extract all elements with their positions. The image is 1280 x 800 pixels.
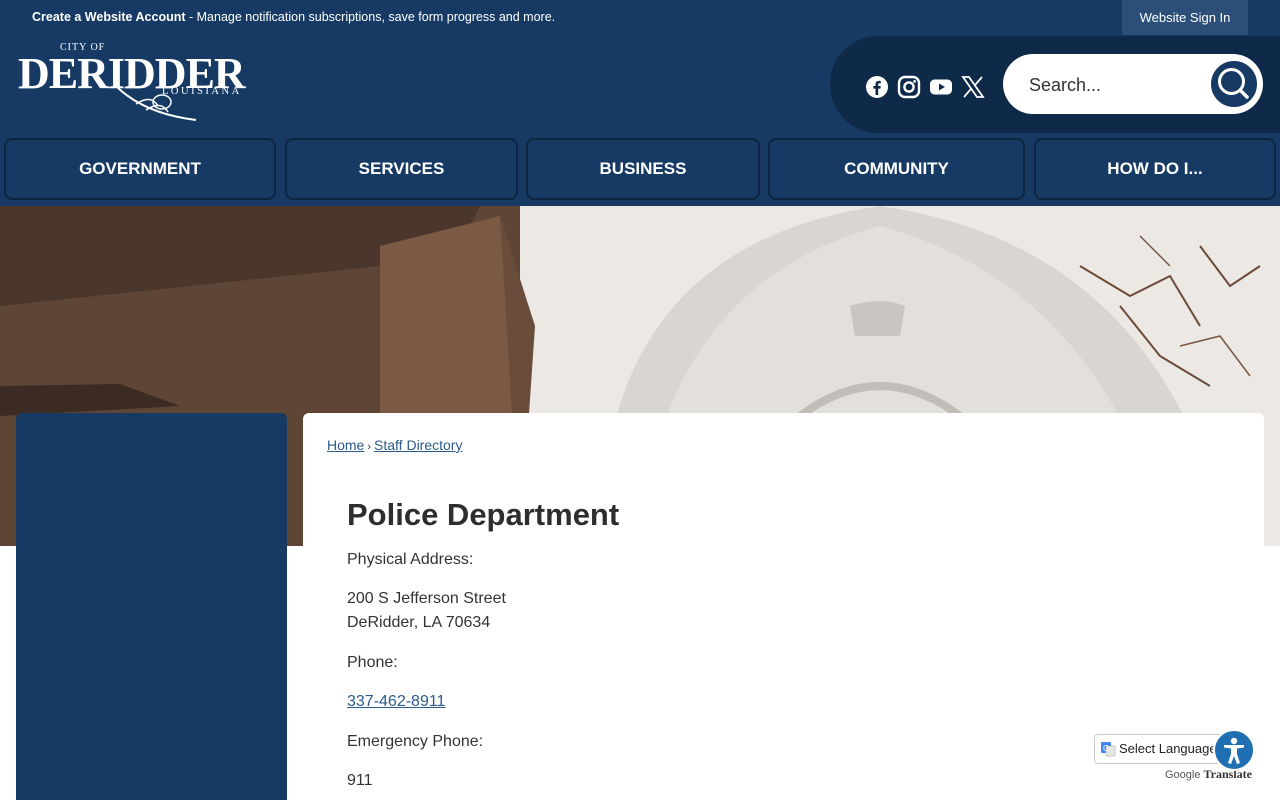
phone-number-link[interactable]: 337-462-8911	[347, 690, 445, 714]
youtube-icon[interactable]	[929, 75, 953, 99]
language-select[interactable]: G Select Language	[1094, 734, 1226, 764]
site-header: CITY OF DERIDDER LOUISIANA Search... GOV…	[0, 35, 1280, 206]
account-message: Create a Website Account - Manage notifi…	[32, 10, 555, 24]
nav-services[interactable]: SERVICES	[285, 138, 518, 200]
breadcrumb-staff-directory[interactable]: Staff Directory	[374, 437, 462, 453]
google-translate-icon: G	[1101, 742, 1116, 757]
nav-business[interactable]: BUSINESS	[526, 138, 760, 200]
accessibility-button[interactable]	[1213, 729, 1255, 771]
nav-community[interactable]: COMMUNITY	[768, 138, 1025, 200]
phone-label: Phone:	[347, 654, 398, 671]
svg-text:G: G	[1103, 744, 1109, 753]
city-logo[interactable]: CITY OF DERIDDER LOUISIANA	[16, 38, 276, 130]
address-line-1: 200 S Jefferson Street	[347, 590, 506, 607]
emergency-phone-label: Emergency Phone:	[347, 733, 484, 750]
instagram-icon[interactable]	[897, 75, 921, 99]
website-sign-in-button[interactable]: Website Sign In	[1122, 0, 1248, 35]
logo-state: LOUISIANA	[162, 86, 242, 97]
search-input[interactable]	[1027, 70, 1201, 100]
emergency-phone-value: 911	[347, 772, 373, 789]
search-box	[1003, 54, 1263, 114]
breadcrumb-separator: ›	[367, 441, 372, 453]
nav-how-do-i[interactable]: HOW DO I...	[1034, 138, 1276, 200]
select-language-label: Select Language	[1119, 741, 1217, 756]
accessibility-icon	[1224, 737, 1244, 764]
nav-government[interactable]: GOVERNMENT	[4, 138, 276, 200]
social-search-bar	[830, 36, 1280, 133]
create-account-link[interactable]: Create a Website Account	[32, 10, 186, 24]
account-bar: Create a Website Account - Manage notifi…	[0, 0, 1280, 35]
search-button[interactable]	[1208, 58, 1260, 110]
address-label: Physical Address:	[347, 551, 474, 568]
address-line-2: DeRidder, LA 70634	[347, 614, 491, 631]
x-icon[interactable]	[961, 75, 985, 99]
phone-number[interactable]: 337-462-8911	[347, 693, 445, 710]
facebook-icon[interactable]	[865, 75, 889, 99]
google-label: Google	[1165, 769, 1201, 781]
breadcrumb: Home › Staff Directory	[327, 437, 462, 453]
search-icon	[1218, 68, 1249, 99]
breadcrumb-home[interactable]: Home	[327, 437, 364, 453]
main-nav: GOVERNMENT SERVICES BUSINESS COMMUNITY H…	[0, 138, 1280, 202]
account-description: - Manage notification subscriptions, sav…	[185, 10, 556, 24]
page-title: Police Department	[347, 497, 620, 532]
sidebar-panel	[16, 413, 287, 800]
